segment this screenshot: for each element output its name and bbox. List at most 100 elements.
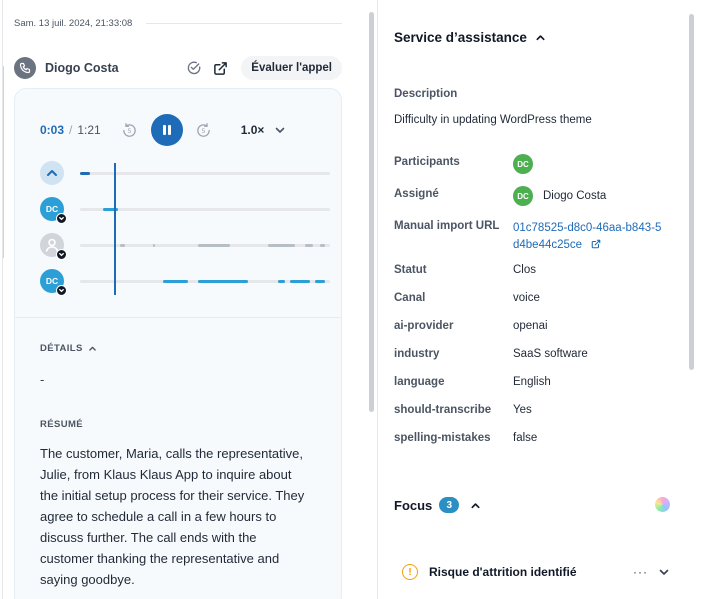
transcribe-value: Yes: [513, 404, 532, 416]
status-value: Clos: [513, 264, 537, 276]
ticket-panel: Service d’assistance Description Difficu…: [377, 0, 706, 599]
avatar: DC: [513, 186, 533, 206]
timestamp-row: Sam. 13 juil. 2024, 21:33:08: [14, 18, 342, 29]
external-link-icon[interactable]: [211, 59, 229, 77]
person-icon[interactable]: [40, 233, 67, 260]
transcribe-label: should-transcribe: [394, 404, 492, 416]
right-scrollbar[interactable]: [689, 14, 694, 370]
external-link-icon: [591, 239, 601, 249]
chevron-up-icon: [88, 346, 96, 351]
language-value: English: [513, 376, 551, 388]
phone-icon: [14, 57, 36, 79]
speech-segment[interactable]: [320, 244, 325, 247]
details-title: DÉTAILS: [40, 343, 83, 354]
participants-label: Participants: [394, 156, 460, 168]
spelling-label: spelling-mistakes: [394, 432, 491, 444]
call-card: 0:03 / 1:21 5 5 1.0× DC DC DÉTAILS - RÉSU…: [14, 88, 342, 599]
focus-title: Focus: [394, 497, 433, 513]
caller-name[interactable]: Diogo Costa: [45, 61, 119, 75]
participants-value: DC: [513, 154, 533, 174]
speaker-track[interactable]: [40, 161, 330, 185]
industry-label: industry: [394, 348, 440, 360]
panel-header[interactable]: Service d’assistance: [394, 30, 546, 45]
track-timeline[interactable]: [80, 208, 330, 211]
skip-forward-5-icon[interactable]: 5: [195, 121, 213, 139]
warning-icon: !: [402, 564, 418, 580]
track-timeline[interactable]: [80, 172, 330, 175]
import-url-label: Manual import URL: [394, 220, 500, 232]
check-circle-icon[interactable]: [185, 59, 203, 77]
left-scrollbar[interactable]: [369, 12, 374, 412]
playback-speed[interactable]: 1.0×: [241, 123, 265, 137]
card-divider: [15, 317, 341, 318]
speaker-tracks[interactable]: DC DC: [40, 161, 330, 296]
caller-row: Diogo Costa Évaluer l'appel: [14, 55, 342, 81]
panel-title: Service d’assistance: [394, 30, 527, 45]
current-time: 0:03: [40, 123, 65, 137]
speech-segment[interactable]: [290, 280, 310, 283]
spelling-value: false: [513, 432, 538, 444]
chevron-up-icon: [536, 35, 545, 41]
status-label: Statut: [394, 264, 427, 276]
focus-header[interactable]: Focus 3: [394, 497, 481, 513]
focus-count-badge: 3: [439, 497, 460, 513]
app-root: Sam. 13 juil. 2024, 21:33:08 Diogo Costa…: [0, 0, 706, 599]
track-timeline[interactable]: [80, 280, 330, 283]
speech-segment[interactable]: [315, 280, 325, 283]
summary-text: The customer, Maria, calls the represent…: [40, 446, 305, 587]
track-timeline[interactable]: [80, 244, 330, 247]
speech-segment[interactable]: [80, 172, 90, 175]
speaker-track[interactable]: [40, 233, 330, 260]
speech-segment[interactable]: [197, 244, 230, 247]
channel-label: Canal: [394, 292, 426, 304]
channel-value: voice: [513, 292, 540, 304]
time-separator: /: [69, 123, 73, 137]
speech-segment[interactable]: [162, 280, 188, 283]
focus-item[interactable]: ! Risque d'attrition identifié ···: [394, 560, 684, 584]
speech-segment[interactable]: [277, 280, 285, 283]
assigned-label: Assigné: [394, 188, 439, 200]
collapse-tracks-icon[interactable]: [40, 161, 64, 185]
evaluate-call-button[interactable]: Évaluer l'appel: [241, 56, 342, 80]
chevron-down-icon[interactable]: [658, 566, 670, 578]
caller-actions: Évaluer l'appel: [185, 56, 342, 80]
timestamp-divider: [146, 23, 342, 24]
speech-segment[interactable]: [197, 280, 248, 283]
speech-segment[interactable]: [267, 244, 295, 247]
ai-provider-label: ai-provider: [394, 320, 454, 332]
left-edge-divider: [0, 66, 4, 258]
details-value: -: [40, 372, 45, 387]
speaker-track[interactable]: DC: [40, 197, 330, 224]
avatar[interactable]: DC: [513, 154, 533, 174]
more-options-icon[interactable]: ···: [633, 565, 648, 579]
speech-segment[interactable]: [120, 244, 125, 247]
description-value: Difficulty in updating WordPress theme: [394, 114, 592, 126]
speech-segment[interactable]: [305, 244, 313, 247]
avatar[interactable]: DC: [40, 269, 67, 296]
playhead[interactable]: [114, 163, 117, 295]
svg-text:5: 5: [128, 126, 132, 134]
pause-button[interactable]: [150, 114, 183, 146]
speaker-track[interactable]: DC: [40, 269, 330, 296]
ai-provider-value: openai: [513, 320, 548, 332]
svg-text:5: 5: [202, 126, 206, 134]
skip-back-5-icon[interactable]: 5: [121, 121, 139, 139]
speech-segment[interactable]: [152, 244, 155, 247]
total-time: 1:21: [77, 123, 101, 137]
industry-value: SaaS software: [513, 348, 588, 360]
details-header[interactable]: DÉTAILS: [40, 343, 97, 354]
chevron-up-icon: [471, 502, 480, 508]
assigned-value[interactable]: DC Diogo Costa: [513, 186, 606, 206]
language-label: language: [394, 376, 445, 388]
avatar[interactable]: DC: [40, 197, 67, 224]
call-timestamp: Sam. 13 juil. 2024, 21:33:08: [14, 18, 133, 29]
chevron-down-icon[interactable]: [274, 124, 286, 136]
import-url-text: 01c78525-d8c0-46aa-b843-5​d4be44c25ce: [513, 222, 662, 251]
summary-title: RÉSUMÉ: [40, 419, 84, 430]
focus-item-label: Risque d'attrition identifié: [429, 565, 577, 579]
ai-sparkle-icon[interactable]: [655, 497, 670, 512]
assigned-name: Diogo Costa: [543, 190, 607, 202]
import-url-link[interactable]: 01c78525-d8c0-46aa-b843-5​d4be44c25ce: [513, 220, 673, 254]
description-label: Description: [394, 88, 458, 100]
audio-player: 0:03 / 1:21 5 5 1.0×: [40, 114, 325, 146]
